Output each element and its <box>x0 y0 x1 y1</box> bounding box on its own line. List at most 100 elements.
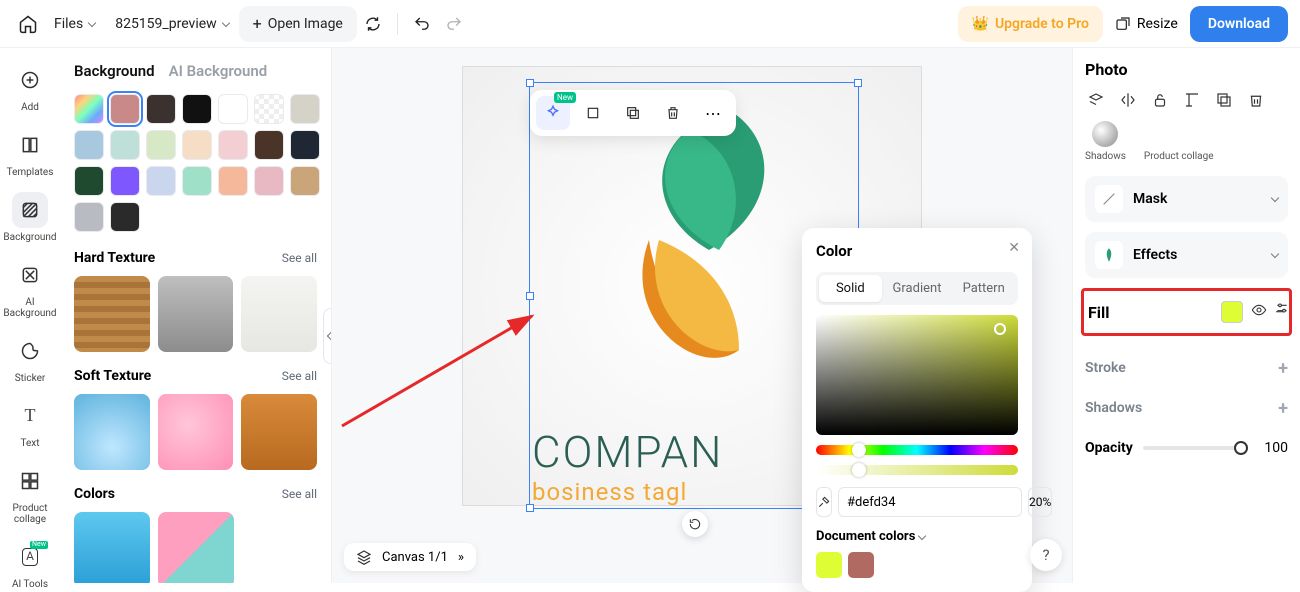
sync-icon[interactable] <box>357 8 389 40</box>
handle-ml[interactable] <box>526 292 534 300</box>
picker-tab-gradient[interactable]: Gradient <box>886 275 949 302</box>
resize-button[interactable]: Resize <box>1103 6 1190 42</box>
expand-icon[interactable]: » <box>458 550 464 565</box>
swatch[interactable] <box>182 94 212 124</box>
swatch[interactable] <box>110 202 140 232</box>
add-shadow-icon[interactable]: + <box>1278 398 1288 419</box>
swatch[interactable] <box>146 130 176 160</box>
mask-button[interactable]: Mask <box>1085 176 1288 222</box>
doc-color-swatch[interactable] <box>848 552 874 578</box>
handle-bl[interactable] <box>526 504 534 512</box>
lock-icon[interactable] <box>1149 89 1171 111</box>
texture-thumb[interactable] <box>158 276 234 352</box>
rail-ai-tools[interactable]: ANewAI Tools <box>12 539 48 590</box>
tab-background[interactable]: Background <box>74 62 155 80</box>
swatch[interactable] <box>254 166 284 196</box>
sv-cursor[interactable] <box>994 323 1006 335</box>
texture-thumb[interactable] <box>241 276 317 352</box>
swatch[interactable] <box>182 166 212 196</box>
delete-button[interactable] <box>656 96 690 130</box>
rail-product-collage[interactable]: Product collage <box>0 463 60 525</box>
swatch[interactable] <box>146 166 176 196</box>
hue-thumb[interactable] <box>852 443 866 457</box>
texture-thumb[interactable] <box>74 394 150 470</box>
quick-shadows[interactable]: Shadows <box>1085 121 1126 162</box>
rotate-handle[interactable] <box>682 511 708 537</box>
undo-icon[interactable] <box>406 8 438 40</box>
canvas-area[interactable]: COMPAN bosiness tagl New ⋯ Color ✕ Solid <box>332 48 1072 583</box>
help-button[interactable]: ? <box>1030 539 1062 571</box>
swatch[interactable] <box>182 130 212 160</box>
rail-ai-background[interactable]: AI Background <box>0 257 60 319</box>
eyedropper-button[interactable] <box>816 487 832 517</box>
align-icon[interactable] <box>1181 89 1203 111</box>
rail-background[interactable]: Background <box>3 192 56 243</box>
see-all-colors[interactable]: See all <box>282 487 317 501</box>
swatch[interactable] <box>74 130 104 160</box>
flip-icon[interactable] <box>1117 89 1139 111</box>
effects-button[interactable]: Effects <box>1085 232 1288 278</box>
quick-collage[interactable]: Product collage <box>1144 121 1214 162</box>
redo-icon[interactable] <box>438 8 470 40</box>
opacity-knob[interactable] <box>1234 441 1248 455</box>
opacity-slider[interactable] <box>1143 446 1248 450</box>
swatch[interactable] <box>110 166 140 196</box>
files-dropdown[interactable]: Files <box>44 7 105 41</box>
layer-order-icon[interactable] <box>1085 89 1107 111</box>
picker-tab-solid[interactable]: Solid <box>819 275 882 302</box>
swatch[interactable] <box>218 94 248 124</box>
add-stroke-icon[interactable]: + <box>1278 358 1288 379</box>
rail-text[interactable]: TText <box>12 398 48 449</box>
alpha-thumb[interactable] <box>852 463 866 477</box>
trash-icon[interactable] <box>1245 89 1267 111</box>
canvas-status-bar[interactable]: Canvas 1/1 » <box>344 543 476 571</box>
copy-icon[interactable] <box>1213 89 1235 111</box>
swatch[interactable] <box>146 94 176 124</box>
swatch[interactable] <box>290 94 320 124</box>
rail-templates[interactable]: Templates <box>7 127 54 178</box>
open-image-button[interactable]: + Open Image <box>239 6 357 42</box>
alpha-slider[interactable] <box>816 465 1018 475</box>
hue-slider[interactable] <box>816 445 1018 455</box>
see-all-hard[interactable]: See all <box>282 251 317 265</box>
fill-swatch[interactable] <box>1221 301 1243 323</box>
swatch[interactable] <box>74 94 104 124</box>
hex-input[interactable] <box>838 487 1022 517</box>
texture-thumb[interactable] <box>158 512 234 583</box>
doc-color-swatch[interactable] <box>816 552 842 578</box>
texture-thumb[interactable] <box>241 394 317 470</box>
home-icon[interactable] <box>12 8 44 40</box>
swatch[interactable] <box>290 166 320 196</box>
swatch[interactable] <box>74 166 104 196</box>
shadows-row[interactable]: Shadows+ <box>1085 388 1288 428</box>
effects-adjust-icon[interactable] <box>1274 300 1290 320</box>
texture-thumb[interactable] <box>74 512 150 583</box>
duplicate-button[interactable] <box>616 96 650 130</box>
more-button[interactable]: ⋯ <box>696 96 730 130</box>
tab-ai-background[interactable]: AI Background <box>169 62 268 80</box>
download-button[interactable]: Download <box>1190 6 1288 42</box>
swatch[interactable] <box>110 130 140 160</box>
swatch[interactable] <box>254 130 284 160</box>
layers-icon[interactable] <box>356 549 372 565</box>
see-all-soft[interactable]: See all <box>282 369 317 383</box>
swatch[interactable] <box>74 202 104 232</box>
crop-button[interactable] <box>576 96 610 130</box>
saturation-value-area[interactable] <box>816 315 1018 435</box>
texture-thumb[interactable] <box>74 276 150 352</box>
opacity-input[interactable]: 20% <box>1028 487 1052 517</box>
ai-enhance-button[interactable]: New <box>536 96 570 130</box>
collapse-panel-handle[interactable] <box>323 308 332 364</box>
swatch[interactable] <box>290 130 320 160</box>
handle-tr[interactable] <box>854 79 862 87</box>
swatch[interactable] <box>254 94 284 124</box>
rail-sticker[interactable]: Sticker <box>12 333 48 384</box>
swatch[interactable] <box>110 94 140 124</box>
stroke-row[interactable]: Stroke+ <box>1085 348 1288 388</box>
visibility-icon[interactable] <box>1251 302 1267 322</box>
picker-tab-pattern[interactable]: Pattern <box>952 275 1015 302</box>
swatch[interactable] <box>218 166 248 196</box>
rail-add[interactable]: Add <box>12 62 48 113</box>
picker-close-icon[interactable]: ✕ <box>1008 240 1020 256</box>
filename-dropdown[interactable]: 825159_preview <box>105 7 238 41</box>
